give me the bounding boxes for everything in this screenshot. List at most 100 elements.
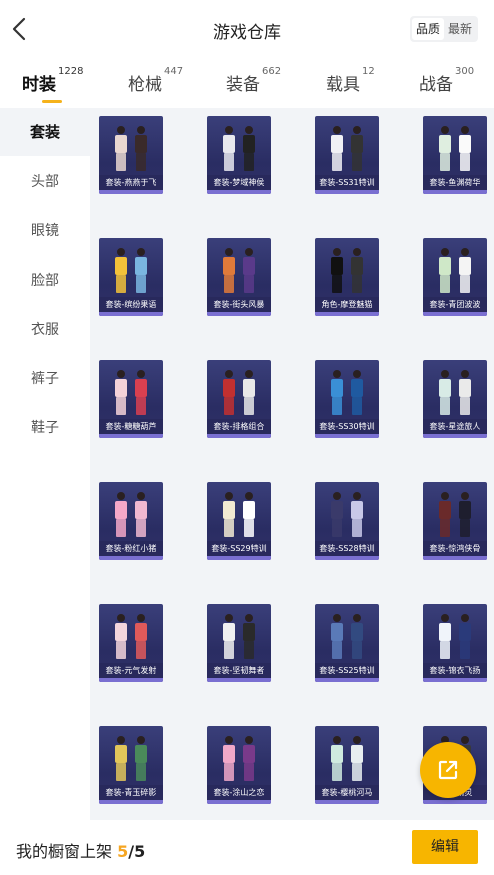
outfit-card[interactable]: 套装-街头风暴 xyxy=(207,238,271,316)
outfit-name: 套装-青玉碎影 xyxy=(99,785,163,800)
outfit-preview-image xyxy=(223,126,255,171)
sort-toggle[interactable]: 品质 最新 xyxy=(409,16,478,42)
outfit-preview-image xyxy=(439,248,471,293)
outfit-name: 套装-SS29特训 xyxy=(207,541,271,556)
outfit-card[interactable]: 套装-SS29特训 xyxy=(207,482,271,560)
quality-bar xyxy=(207,190,271,194)
tab-equipment[interactable]: 装备662 xyxy=(226,66,281,104)
header: 游戏仓库 品质 最新 xyxy=(0,0,494,58)
outfit-name: 套装-元气发射 xyxy=(99,663,163,678)
sidebar: 套装 头部 眼镜 脸部 衣服 裤子 鞋子 xyxy=(0,108,90,820)
quality-bar xyxy=(315,190,379,194)
share-button[interactable] xyxy=(420,742,476,798)
quality-bar xyxy=(207,678,271,682)
outfit-card[interactable]: 套装-坚韧舞者 xyxy=(207,604,271,682)
showcase-label: 我的橱窗上架 xyxy=(16,842,113,861)
outfit-card[interactable]: 套装-燕燕于飞 xyxy=(99,116,163,194)
outfit-name: 套装-街头风暴 xyxy=(207,297,271,312)
outfit-preview-image xyxy=(331,736,363,781)
share-external-icon xyxy=(438,760,458,780)
category-tabs: 时装1228 枪械447 装备662 载具12 战备300 xyxy=(0,62,494,106)
tab-count: 300 xyxy=(455,66,475,77)
sidebar-item-face[interactable]: 脸部 xyxy=(0,257,90,305)
outfit-preview-image xyxy=(439,614,471,659)
quality-bar xyxy=(315,312,379,316)
outfit-card[interactable]: 套装-粉红小猪 xyxy=(99,482,163,560)
tab-label: 载具 xyxy=(326,75,360,95)
sidebar-item-clothes[interactable]: 衣服 xyxy=(0,306,90,354)
outfit-preview-image xyxy=(115,370,147,415)
tab-vehicles[interactable]: 载具12 xyxy=(326,66,375,104)
outfit-name: 套装-星途旅人 xyxy=(423,419,487,434)
quality-bar xyxy=(315,678,379,682)
outfit-card[interactable]: 套装-星途旅人 xyxy=(423,360,487,438)
outfit-card[interactable]: 套装-青玉碎影 xyxy=(99,726,163,804)
tab-active-indicator xyxy=(42,100,62,103)
sidebar-item-set[interactable]: 套装 xyxy=(0,108,90,156)
outfit-card[interactable]: 套装-惊鸿侠骨 xyxy=(423,482,487,560)
sidebar-item-shoes[interactable]: 鞋子 xyxy=(0,404,90,452)
sidebar-item-head[interactable]: 头部 xyxy=(0,158,90,206)
outfit-name: 套装-惊鸿侠骨 xyxy=(423,541,487,556)
outfit-preview-image xyxy=(331,248,363,293)
outfit-preview-image xyxy=(439,492,471,537)
outfit-card[interactable]: 套装-SS30特训 xyxy=(315,360,379,438)
outfit-preview-image xyxy=(223,370,255,415)
tab-count: 662 xyxy=(262,66,282,77)
sidebar-item-glasses[interactable]: 眼镜 xyxy=(0,207,90,255)
outfit-card[interactable]: 套装-锦衣飞扬 xyxy=(423,604,487,682)
outfit-card[interactable]: 套装-鱼渊荷华 xyxy=(423,116,487,194)
outfit-card[interactable]: 套装-青团波波 xyxy=(423,238,487,316)
outfit-preview-image xyxy=(223,614,255,659)
outfit-preview-image xyxy=(223,248,255,293)
showcase-status: 我的橱窗上架 5/5 xyxy=(16,838,145,862)
outfit-card[interactable]: 套装-梦域神侯 xyxy=(207,116,271,194)
outfit-card[interactable]: 套装-糖糖葫芦 xyxy=(99,360,163,438)
outfit-name: 套装-SS28特训 xyxy=(315,541,379,556)
quality-bar xyxy=(207,556,271,560)
tab-guns[interactable]: 枪械447 xyxy=(128,66,183,104)
quality-bar xyxy=(315,434,379,438)
quality-bar xyxy=(315,556,379,560)
outfit-name: 套装-锦衣飞扬 xyxy=(423,663,487,678)
outfit-preview-image xyxy=(439,126,471,171)
outfit-card[interactable]: 套装-SS28特训 xyxy=(315,482,379,560)
tab-label: 装备 xyxy=(226,75,260,95)
outfit-card[interactable]: 套装-SS25特训 xyxy=(315,604,379,682)
tab-supplies[interactable]: 战备300 xyxy=(419,66,474,104)
outfit-preview-image xyxy=(439,370,471,415)
tab-count: 447 xyxy=(164,66,184,77)
outfit-name: 套装-SS25特训 xyxy=(315,663,379,678)
sort-option-newest[interactable]: 最新 xyxy=(444,18,476,40)
outfit-card[interactable]: 套装-SS31特训 xyxy=(315,116,379,194)
outfit-name: 套装-涂山之恋 xyxy=(207,785,271,800)
outfit-preview-image xyxy=(115,492,147,537)
quality-bar xyxy=(207,434,271,438)
outfit-card[interactable]: 套装-樱桃河马 xyxy=(315,726,379,804)
quality-bar xyxy=(315,800,379,804)
sort-option-quality[interactable]: 品质 xyxy=(411,18,444,40)
item-grid: 套装-燕燕于飞 套装-梦域神侯 套装-SS31特训 套装-鱼渊荷华 套装-缤纷果语 套装-… xyxy=(90,108,494,820)
quality-bar xyxy=(207,312,271,316)
outfit-preview-image xyxy=(331,492,363,537)
outfit-name: 套装-青团波波 xyxy=(423,297,487,312)
tab-fashion[interactable]: 时装1228 xyxy=(22,66,83,104)
outfit-preview-image xyxy=(331,614,363,659)
outfit-preview-image xyxy=(115,736,147,781)
outfit-name: 套装-缤纷果语 xyxy=(99,297,163,312)
quality-bar xyxy=(207,800,271,804)
outfit-card[interactable]: 套装-缤纷果语 xyxy=(99,238,163,316)
tab-count: 12 xyxy=(362,66,375,77)
outfit-card[interactable]: 套装-涂山之恋 xyxy=(207,726,271,804)
outfit-card[interactable]: 角色-摩登魅猫 xyxy=(315,238,379,316)
tab-label: 枪械 xyxy=(128,75,162,95)
edit-button[interactable]: 编辑 xyxy=(412,830,478,864)
outfit-card[interactable]: 套装-排格组合 xyxy=(207,360,271,438)
sidebar-item-pants[interactable]: 裤子 xyxy=(0,355,90,403)
showcase-current: 5 xyxy=(117,842,129,861)
outfit-card[interactable]: 套装-元气发射 xyxy=(99,604,163,682)
quality-bar xyxy=(423,190,487,194)
outfit-name: 套装-鱼渊荷华 xyxy=(423,175,487,190)
outfit-preview-image xyxy=(223,736,255,781)
outfit-preview-image xyxy=(115,126,147,171)
